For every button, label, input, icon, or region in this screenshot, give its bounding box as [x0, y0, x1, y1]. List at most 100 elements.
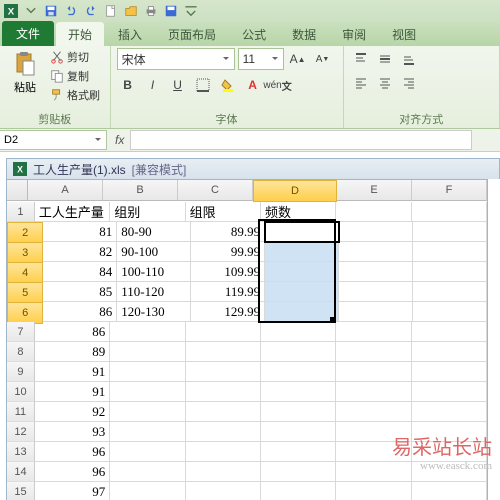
cell[interactable]: 93 — [35, 422, 110, 442]
undo-icon[interactable] — [64, 4, 78, 18]
cell[interactable]: 工人生产量 — [35, 202, 110, 222]
column-header-C[interactable]: C — [178, 180, 253, 201]
cell[interactable] — [261, 342, 336, 362]
qat-dropdown-icon[interactable] — [24, 4, 38, 18]
cell[interactable] — [110, 422, 185, 442]
tab-layout[interactable]: 页面布局 — [156, 22, 228, 46]
new-icon[interactable] — [104, 4, 118, 18]
cell[interactable]: 100-110 — [117, 262, 191, 282]
font-name-select[interactable]: 宋体 — [117, 48, 235, 70]
cell[interactable] — [412, 322, 487, 342]
row-header[interactable]: 11 — [7, 402, 35, 422]
cell[interactable] — [339, 242, 413, 262]
cell[interactable] — [186, 342, 261, 362]
cell[interactable] — [261, 402, 336, 422]
cell[interactable] — [110, 362, 185, 382]
formula-bar[interactable] — [130, 130, 472, 150]
cell[interactable] — [261, 482, 336, 500]
cell[interactable] — [186, 482, 261, 500]
column-header-E[interactable]: E — [337, 180, 412, 201]
row-header[interactable]: 1 — [7, 202, 35, 222]
cell[interactable] — [412, 482, 487, 500]
cell[interactable] — [186, 322, 261, 342]
cell[interactable]: 85 — [43, 282, 117, 302]
cell[interactable]: 91 — [35, 362, 110, 382]
cell[interactable]: 组限 — [186, 202, 261, 222]
cell[interactable] — [339, 282, 413, 302]
cell[interactable]: 120-130 — [117, 302, 191, 322]
cell[interactable] — [265, 262, 339, 282]
column-header-A[interactable]: A — [28, 180, 103, 201]
cell[interactable] — [186, 382, 261, 402]
cell[interactable]: 89.99 — [191, 222, 265, 242]
align-top-button[interactable] — [350, 48, 372, 70]
cell[interactable] — [261, 362, 336, 382]
font-size-select[interactable]: 11 — [238, 48, 284, 70]
row-header[interactable]: 3 — [7, 242, 43, 264]
cell[interactable] — [413, 242, 487, 262]
cell[interactable] — [261, 422, 336, 442]
cell[interactable]: 129.99 — [191, 302, 265, 322]
cell[interactable]: 96 — [35, 442, 110, 462]
save2-icon[interactable] — [164, 4, 178, 18]
tab-data[interactable]: 数据 — [280, 22, 328, 46]
cell[interactable] — [265, 302, 339, 322]
select-all-button[interactable] — [7, 180, 28, 201]
cell[interactable] — [336, 402, 411, 422]
cell[interactable]: 91 — [35, 382, 110, 402]
cell[interactable] — [339, 302, 413, 322]
row-header[interactable]: 9 — [7, 362, 35, 382]
tab-file[interactable]: 文件 — [2, 21, 54, 46]
cell[interactable] — [110, 482, 185, 500]
cell[interactable] — [265, 282, 339, 302]
align-bottom-button[interactable] — [398, 48, 420, 70]
row-header[interactable]: 7 — [7, 322, 35, 342]
open-icon[interactable] — [124, 4, 138, 18]
cell[interactable] — [186, 422, 261, 442]
cell[interactable]: 90-100 — [117, 242, 191, 262]
border-button[interactable] — [192, 74, 214, 96]
cell[interactable] — [110, 322, 185, 342]
qat-more-icon[interactable] — [184, 4, 198, 18]
font-color-button[interactable]: A — [242, 74, 264, 96]
row-header[interactable]: 2 — [7, 222, 43, 244]
cell[interactable]: 110-120 — [117, 282, 191, 302]
tab-formulas[interactable]: 公式 — [230, 22, 278, 46]
row-header[interactable]: 5 — [7, 282, 43, 304]
bold-button[interactable]: B — [117, 74, 139, 96]
phonetic-button[interactable]: wén文 — [267, 74, 289, 96]
row-header[interactable]: 15 — [7, 482, 35, 500]
column-header-D[interactable]: D — [253, 180, 337, 202]
cell[interactable] — [110, 342, 185, 362]
tab-insert[interactable]: 插入 — [106, 22, 154, 46]
cell[interactable] — [336, 342, 411, 362]
cell[interactable] — [186, 402, 261, 422]
cell[interactable]: 109.99 — [191, 262, 265, 282]
tab-view[interactable]: 视图 — [380, 22, 428, 46]
cell[interactable] — [413, 262, 487, 282]
cell[interactable]: 86 — [35, 322, 110, 342]
align-center-button[interactable] — [374, 72, 396, 94]
cell[interactable] — [265, 242, 339, 262]
tab-review[interactable]: 审阅 — [330, 22, 378, 46]
cell[interactable] — [413, 222, 487, 242]
cell[interactable]: 86 — [43, 302, 117, 322]
cell[interactable] — [336, 322, 411, 342]
align-middle-button[interactable] — [374, 48, 396, 70]
column-header-B[interactable]: B — [103, 180, 178, 201]
cell[interactable]: 组别 — [110, 202, 185, 222]
cell[interactable]: 81 — [43, 222, 117, 242]
cell[interactable] — [186, 362, 261, 382]
row-header[interactable]: 10 — [7, 382, 35, 402]
cell[interactable] — [336, 362, 411, 382]
save-icon[interactable] — [44, 4, 58, 18]
cell[interactable] — [339, 262, 413, 282]
row-header[interactable]: 13 — [7, 442, 35, 462]
row-header[interactable]: 6 — [7, 302, 43, 324]
row-header[interactable]: 12 — [7, 422, 35, 442]
align-left-button[interactable] — [350, 72, 372, 94]
cell[interactable] — [336, 202, 411, 222]
row-header[interactable]: 14 — [7, 462, 35, 482]
print-icon[interactable] — [144, 4, 158, 18]
cell[interactable] — [261, 322, 336, 342]
